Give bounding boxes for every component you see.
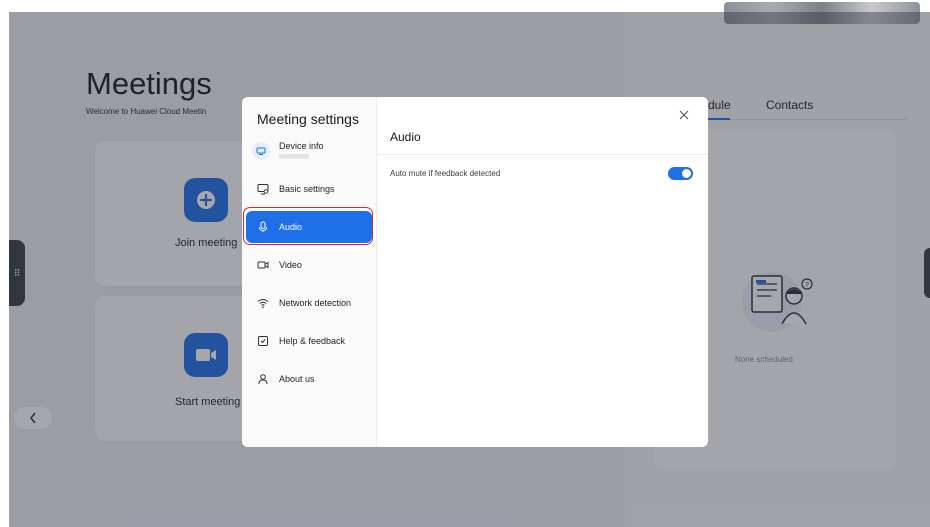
toggle-knob <box>682 169 691 178</box>
nav-audio[interactable]: Audio <box>246 211 372 243</box>
microphone-icon <box>256 220 270 234</box>
auto-mute-label: Auto mute if feedback detected <box>390 169 501 178</box>
device-info-value <box>279 154 309 159</box>
nav-network-detection-label: Network detection <box>279 298 352 308</box>
meeting-settings-dialog: Meeting settings Device info Basic setti… <box>242 97 708 447</box>
nav-basic-settings[interactable]: Basic settings <box>246 173 372 205</box>
device-info-label[interactable]: Device info <box>279 141 324 151</box>
camera-icon <box>256 258 270 272</box>
nav-help-feedback[interactable]: Help & feedback <box>246 325 372 357</box>
nav-about-us-label: About us <box>279 374 315 384</box>
section-title: Audio <box>390 130 421 144</box>
device-icon <box>252 142 270 160</box>
close-icon <box>679 110 689 120</box>
nav-video-label: Video <box>279 260 302 270</box>
settings-sidebar: Meeting settings Device info Basic setti… <box>242 97 377 447</box>
nav-about-us[interactable]: About us <box>246 363 372 395</box>
monitor-settings-icon <box>256 182 270 196</box>
auto-mute-toggle[interactable] <box>668 167 693 180</box>
dialog-title: Meeting settings <box>257 111 359 127</box>
user-icon <box>256 372 270 386</box>
nav-audio-label: Audio <box>279 222 303 232</box>
wifi-icon <box>256 296 270 310</box>
nav-network-detection[interactable]: Network detection <box>246 287 372 319</box>
nav-basic-settings-label: Basic settings <box>279 184 335 194</box>
close-button[interactable] <box>676 107 692 123</box>
nav-help-feedback-label: Help & feedback <box>279 336 346 346</box>
section-divider <box>377 154 708 155</box>
feedback-icon <box>256 334 270 348</box>
nav-video[interactable]: Video <box>246 249 372 281</box>
